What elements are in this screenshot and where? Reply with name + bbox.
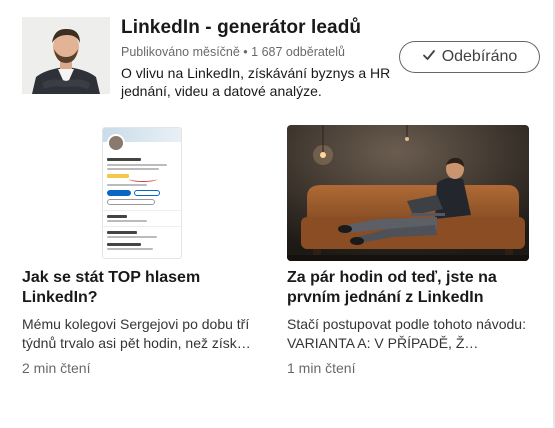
article-excerpt: Stačí postupovat podle tohoto návodu: VA… bbox=[287, 316, 526, 351]
article-card[interactable]: Jak se stát TOP hlasem LinkedIn? Mému ko… bbox=[22, 125, 264, 376]
article-title[interactable]: Jak se stát TOP hlasem LinkedIn? bbox=[22, 268, 264, 308]
article-thumbnail-profile-screenshot[interactable] bbox=[22, 125, 264, 261]
article-card[interactable]: Za pár hodin od teď, jste na prvním jedn… bbox=[287, 125, 529, 376]
article-read-time: 2 min čtení bbox=[22, 360, 91, 376]
newsletter-header: LinkedIn - generátor leadů Publikováno m… bbox=[22, 17, 542, 99]
article-thumbnail-man-on-sofa[interactable] bbox=[287, 125, 529, 261]
check-icon bbox=[422, 48, 436, 66]
article-read-time: 1 min čtení bbox=[287, 360, 356, 376]
subscribed-label: Odebíráno bbox=[441, 48, 518, 65]
subscribed-button[interactable]: Odebíráno bbox=[399, 41, 540, 73]
profile-screenshot-image bbox=[102, 127, 182, 259]
newsletter-description: O vlivu na LinkedIn, získávání byznys a … bbox=[121, 65, 391, 99]
newsletter-meta: Publikováno měsíčně • 1 687 odběratelů bbox=[121, 45, 345, 59]
article-title[interactable]: Za pár hodin od teď, jste na prvním jedn… bbox=[287, 268, 529, 308]
author-avatar[interactable] bbox=[22, 17, 110, 94]
article-excerpt: Mému kolegovi Sergejovi po dobu tří týdn… bbox=[22, 316, 251, 351]
newsletter-title[interactable]: LinkedIn - generátor leadů bbox=[121, 17, 361, 39]
man-on-sofa-image bbox=[287, 125, 529, 261]
